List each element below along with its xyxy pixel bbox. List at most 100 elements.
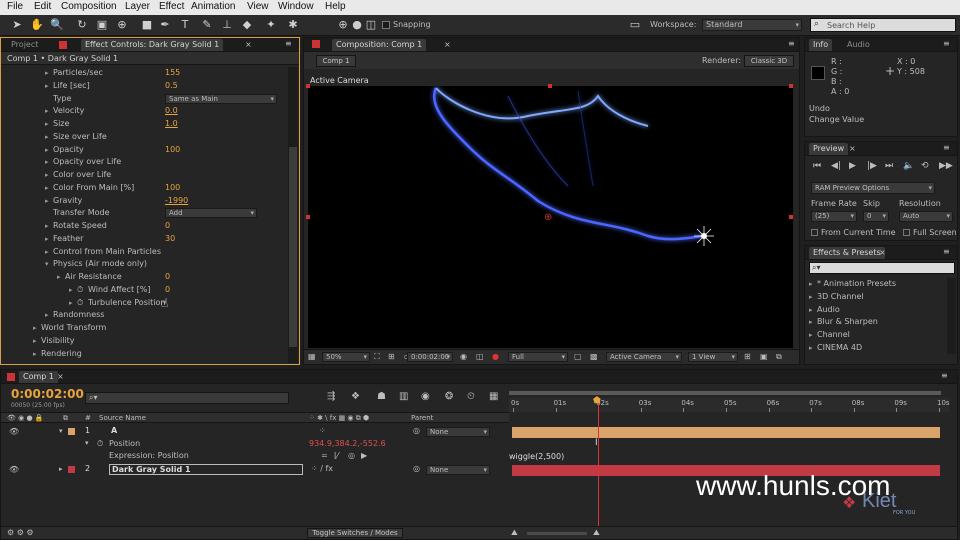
lock-icon[interactable] <box>59 41 67 49</box>
first-frame-icon[interactable]: ⏮ <box>813 161 821 171</box>
menu-item-edit[interactable]: Edit <box>34 1 51 12</box>
camera-view-dropdown[interactable]: Active Camera <box>606 352 682 362</box>
zoom-in-icon[interactable]: ⛰ <box>593 528 600 538</box>
layer-2-switches-icon[interactable]: ⁘ / fx <box>311 464 333 473</box>
effect-controls-scrollbar[interactable] <box>288 67 298 363</box>
effects-category-item[interactable]: ▸ Blur & Sharpen <box>809 316 878 328</box>
selection-tool-icon[interactable]: ➤ <box>10 18 24 32</box>
effect-property-row[interactable]: Type Same as Main <box>1 93 287 105</box>
effect-property-value[interactable]: 30 <box>165 233 175 245</box>
audio-icon[interactable]: 🔈 <box>903 161 914 171</box>
twirl-right-icon[interactable]: ▸ <box>59 465 63 473</box>
type-tool-icon[interactable]: T <box>178 18 192 32</box>
effect-property-row[interactable]: ▸ Feather 30 <box>1 233 287 245</box>
twirl-right-icon[interactable]: ▸ <box>809 342 817 354</box>
effects-category-item[interactable]: ▸ CINEMA 4D <box>809 342 862 354</box>
play-icon[interactable]: ▶ <box>849 161 856 171</box>
twirl-right-icon[interactable]: ▸ <box>809 278 817 290</box>
show-snapshot-icon[interactable]: ◫ <box>476 352 484 361</box>
twirl-right-icon[interactable]: ▸ <box>809 316 817 328</box>
comp-timecode[interactable]: 0:00:02:00 <box>407 352 453 362</box>
snapping-checkbox[interactable] <box>382 21 390 29</box>
effect-property-value[interactable]: 1.0 <box>165 118 178 130</box>
world-axis-icon[interactable]: ● <box>350 18 364 32</box>
next-frame-icon[interactable]: |▶ <box>867 161 877 171</box>
twirl-right-icon[interactable]: ▸ <box>45 195 49 207</box>
flowchart-icon[interactable]: ⧉ <box>776 352 782 362</box>
layer-1-label-color[interactable] <box>68 428 75 435</box>
layer-2-parent-dropdown[interactable]: None <box>426 465 490 475</box>
twirl-down-icon[interactable]: ▾ <box>45 258 49 270</box>
view-axis-icon[interactable]: ◫ <box>364 18 378 32</box>
effect-property-row[interactable]: ▸ Size 1.0 <box>1 118 287 130</box>
expression-enable-icon[interactable]: = <box>321 451 328 460</box>
zoom-out-icon[interactable]: ⛰ <box>511 528 518 538</box>
brush-tool-icon[interactable]: ✎ <box>200 18 214 32</box>
graph-editor-icon[interactable]: ▦ <box>489 391 498 402</box>
layer-1-name[interactable]: A <box>111 426 117 435</box>
effects-category-item[interactable]: ▸ * Animation Presets <box>809 278 896 290</box>
effect-property-row[interactable]: ▸ Control from Main Particles <box>1 246 287 258</box>
stopwatch-icon[interactable]: ⏱ <box>97 439 103 449</box>
effect-property-row[interactable]: ▸ World Transform <box>1 322 287 334</box>
parent-pickwhip-icon[interactable]: ◎ <box>413 464 420 473</box>
tab-project[interactable]: Project <box>7 39 42 51</box>
lock-icon[interactable] <box>7 373 15 381</box>
current-time-indicator[interactable] <box>598 398 599 526</box>
effect-property-value[interactable]: 0 <box>165 284 170 296</box>
toggle-pixel-aspect-icon[interactable]: ⊞ <box>744 352 751 361</box>
resolution-dropdown[interactable]: Full <box>508 352 568 362</box>
comp-mini-flowchart-icon[interactable]: ⇶ <box>327 391 335 402</box>
layer-1-duration-bar[interactable] <box>512 427 940 438</box>
layer-2-name[interactable]: Dark Gray Solid 1 <box>109 464 303 475</box>
work-area-range[interactable] <box>509 391 941 395</box>
full-screen-checkbox[interactable] <box>903 229 910 236</box>
draft-3d-icon[interactable]: ❖ <box>351 391 360 402</box>
workspace-dropdown[interactable]: Standard <box>702 19 802 31</box>
effect-property-row[interactable]: ▸ ⏱ Wind Affect [%] 0 <box>1 284 287 296</box>
pan-behind-tool-icon[interactable]: ⊕ <box>115 18 129 32</box>
timeline-timecode[interactable]: 0:00:02:00 <box>11 387 84 401</box>
loop-icon[interactable]: ⟲ <box>921 161 929 171</box>
twirl-right-icon[interactable]: ▸ <box>809 291 817 303</box>
footer-toggles-icon[interactable]: ⚙ ⚙ ⚙ <box>7 528 34 537</box>
effect-property-row[interactable]: ▸ Particles/sec 155 <box>1 67 287 79</box>
close-icon[interactable]: × <box>57 372 64 381</box>
menu-item-file[interactable]: File <box>7 1 23 12</box>
effect-property-row[interactable]: ▸ Rendering <box>1 348 287 360</box>
tab-timeline-comp[interactable]: Comp 1 <box>19 371 58 383</box>
effect-property-value[interactable]: 0.5 <box>165 80 178 92</box>
layer-1-switch-icon[interactable]: ⁘ <box>319 426 326 435</box>
brainstorm-icon[interactable]: ❂ <box>445 391 453 402</box>
rectangle-tool-icon[interactable]: ■ <box>140 18 154 32</box>
twirl-right-icon[interactable]: ▸ <box>45 233 49 245</box>
twirl-down-icon[interactable]: ▾ <box>85 439 89 447</box>
comp-1-button[interactable]: Comp 1 <box>316 55 356 67</box>
tab-effects-presets[interactable]: Effects & Presets <box>809 247 885 259</box>
effect-property-dropdown[interactable]: Same as Main <box>165 93 277 104</box>
effect-property-value[interactable]: 100 <box>165 182 180 194</box>
snapshot-icon[interactable]: ◉ <box>460 352 467 361</box>
previous-frame-icon[interactable]: ◀| <box>831 161 841 171</box>
safe-zones-icon[interactable]: ⛶ <box>374 352 380 362</box>
ram-preview-options-dropdown[interactable]: RAM Preview Options <box>811 182 935 194</box>
timeline-zoom-slider[interactable] <box>527 532 587 535</box>
panel-menu-icon[interactable]: ≡ <box>941 371 948 380</box>
scrollbar-thumb[interactable] <box>289 147 297 347</box>
twirl-right-icon[interactable]: ▸ <box>45 80 49 92</box>
twirl-right-icon[interactable]: ▸ <box>33 348 37 360</box>
menu-item-window[interactable]: Window <box>278 1 314 12</box>
twirl-right-icon[interactable]: ▸ <box>45 182 49 194</box>
fast-previews-icon[interactable]: ▣ <box>760 352 768 361</box>
time-ruler[interactable]: 0s 01s 02s 03s 04s 05s 06s 07s 08s 09s 10s <box>509 398 950 412</box>
tab-effect-controls[interactable]: Effect Controls: Dark Gray Solid 1 <box>81 39 224 51</box>
tab-preview[interactable]: Preview <box>809 143 849 155</box>
expression-pickwhip-icon[interactable]: ◎ <box>348 451 355 460</box>
parent-header[interactable]: Parent <box>411 414 433 422</box>
twirl-right-icon[interactable]: ▸ <box>45 220 49 232</box>
position-value[interactable]: 934.9,384.2,-552.6 <box>309 439 386 448</box>
effects-category-item[interactable]: ▸ Audio <box>809 304 840 316</box>
ram-preview-icon[interactable]: ▶▶ <box>939 161 953 171</box>
effect-property-dropdown[interactable]: Add <box>165 208 257 219</box>
search-help-field[interactable]: ⌕ Search Help <box>810 18 956 32</box>
